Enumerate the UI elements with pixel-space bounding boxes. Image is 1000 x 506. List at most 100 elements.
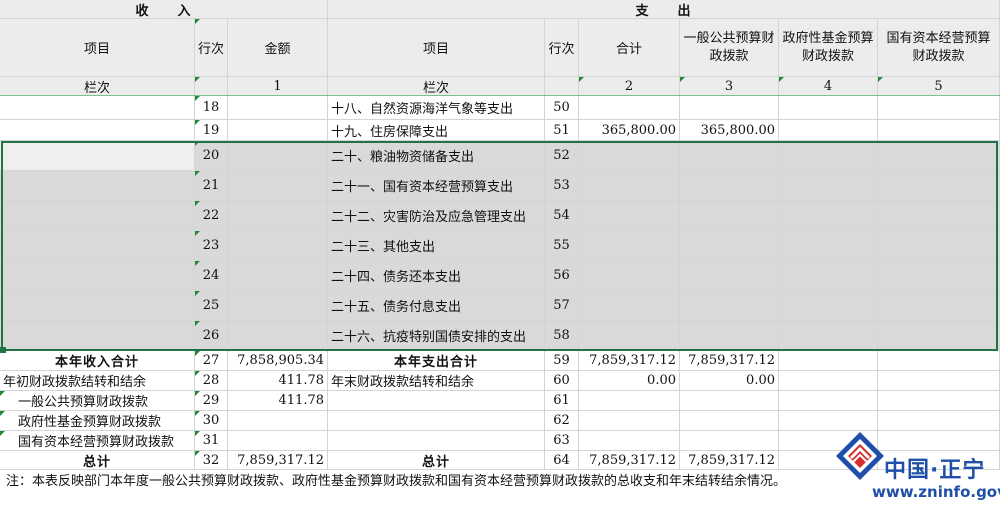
table-cell[interactable]: [878, 231, 1000, 261]
income-row-no[interactable]: 19: [195, 120, 228, 141]
table-cell[interactable]: [779, 321, 878, 351]
table-cell[interactable]: [878, 291, 1000, 321]
table-cell[interactable]: [680, 171, 779, 201]
expense-total[interactable]: [579, 391, 680, 411]
expense-item[interactable]: [328, 391, 545, 411]
table-cell[interactable]: [779, 391, 878, 411]
expense-item[interactable]: 二十五、债务付息支出: [328, 291, 545, 321]
income-row-no[interactable]: 18: [195, 96, 228, 120]
table-cell[interactable]: [228, 201, 328, 231]
expense-row-no[interactable]: 61: [545, 391, 579, 411]
income-row-no[interactable]: 32: [195, 451, 228, 470]
income-row-no[interactable]: 28: [195, 371, 228, 391]
table-cell[interactable]: [228, 321, 328, 351]
income-amount[interactable]: [228, 411, 328, 431]
table-cell[interactable]: [579, 96, 680, 120]
expense-row-no[interactable]: 52: [545, 141, 579, 171]
table-cell[interactable]: [0, 201, 195, 231]
table-cell[interactable]: [579, 261, 680, 291]
table-cell[interactable]: [579, 321, 680, 351]
table-cell[interactable]: [779, 201, 878, 231]
income-row-no[interactable]: 21: [195, 171, 228, 201]
table-cell[interactable]: [228, 171, 328, 201]
table-cell[interactable]: [228, 120, 328, 141]
expense-row-no[interactable]: 58: [545, 321, 579, 351]
income-col-1[interactable]: 1: [228, 77, 328, 96]
expense-total[interactable]: 365,800.00: [579, 120, 680, 141]
income-amount-header[interactable]: 金额: [228, 19, 328, 77]
table-cell[interactable]: [680, 231, 779, 261]
expense-general[interactable]: 0.00: [680, 371, 779, 391]
expense-total[interactable]: 7,859,317.12: [579, 351, 680, 371]
table-cell[interactable]: [878, 120, 1000, 141]
table-cell[interactable]: [0, 171, 195, 201]
expense-row-no[interactable]: 62: [545, 411, 579, 431]
table-cell[interactable]: [680, 291, 779, 321]
expense-item[interactable]: 总计: [328, 451, 545, 470]
expense-row-no[interactable]: 51: [545, 120, 579, 141]
income-amount[interactable]: 411.78: [228, 371, 328, 391]
expense-col-label[interactable]: 栏次: [328, 77, 545, 96]
table-cell[interactable]: [779, 351, 878, 371]
table-cell[interactable]: [0, 141, 195, 171]
table-cell[interactable]: [680, 321, 779, 351]
expense-general[interactable]: [680, 431, 779, 451]
table-cell[interactable]: [0, 261, 195, 291]
table-cell[interactable]: [579, 201, 680, 231]
table-cell[interactable]: [579, 141, 680, 171]
income-row-no[interactable]: 26: [195, 321, 228, 351]
table-cell[interactable]: [878, 261, 1000, 291]
income-row-no[interactable]: 20: [195, 141, 228, 171]
table-cell[interactable]: [878, 96, 1000, 120]
expense-item[interactable]: 二十六、抗疫特别国债安排的支出: [328, 321, 545, 351]
expense-header[interactable]: 支 出: [328, 0, 1000, 19]
expense-row-no[interactable]: 54: [545, 201, 579, 231]
income-row-no[interactable]: 29: [195, 391, 228, 411]
income-amount[interactable]: 7,858,905.34: [228, 351, 328, 371]
expense-row-no[interactable]: 53: [545, 171, 579, 201]
expense-fund-header[interactable]: 政府性基金预算财政拨款: [779, 19, 878, 77]
income-item-header[interactable]: 项目: [0, 19, 195, 77]
table-cell[interactable]: [579, 291, 680, 321]
expense-total[interactable]: 0.00: [579, 371, 680, 391]
expense-item[interactable]: 二十二、灾害防治及应急管理支出: [328, 201, 545, 231]
income-amount[interactable]: [228, 431, 328, 451]
table-cell[interactable]: [579, 231, 680, 261]
expense-total[interactable]: [579, 411, 680, 431]
table-cell[interactable]: [878, 171, 1000, 201]
income-row-no[interactable]: 22: [195, 201, 228, 231]
expense-item[interactable]: 年末财政拨款结转和结余: [328, 371, 545, 391]
expense-col-2[interactable]: 2: [579, 77, 680, 96]
income-item[interactable]: 一般公共预算财政拨款: [0, 391, 195, 411]
table-cell[interactable]: [0, 321, 195, 351]
table-cell[interactable]: [878, 351, 1000, 371]
table-cell[interactable]: [0, 120, 195, 141]
table-cell[interactable]: [878, 391, 1000, 411]
expense-general[interactable]: 365,800.00: [680, 120, 779, 141]
expense-item[interactable]: 十八、自然资源海洋气象等支出: [328, 96, 545, 120]
table-cell[interactable]: [0, 231, 195, 261]
expense-row-no[interactable]: 56: [545, 261, 579, 291]
table-cell[interactable]: [228, 261, 328, 291]
expense-item[interactable]: 本年支出合计: [328, 351, 545, 371]
table-cell[interactable]: [0, 96, 195, 120]
expense-col-5[interactable]: 5: [878, 77, 1000, 96]
income-item[interactable]: 总计: [0, 451, 195, 470]
income-rowno-col[interactable]: [195, 77, 228, 96]
expense-item[interactable]: 二十三、其他支出: [328, 231, 545, 261]
table-cell[interactable]: [0, 291, 195, 321]
expense-rowno-header[interactable]: 行次: [545, 19, 579, 77]
expense-general[interactable]: [680, 391, 779, 411]
income-item[interactable]: 年初财政拨款结转和结余: [0, 371, 195, 391]
expense-item[interactable]: [328, 411, 545, 431]
table-cell[interactable]: [779, 261, 878, 291]
table-cell[interactable]: [579, 171, 680, 201]
expense-general[interactable]: [680, 411, 779, 431]
expense-row-no[interactable]: 50: [545, 96, 579, 120]
expense-item[interactable]: 二十、粮油物资储备支出: [328, 141, 545, 171]
table-cell[interactable]: [228, 291, 328, 321]
income-row-no[interactable]: 25: [195, 291, 228, 321]
income-item[interactable]: 政府性基金预算财政拨款: [0, 411, 195, 431]
expense-state-header[interactable]: 国有资本经营预算财政拨款: [878, 19, 1000, 77]
table-cell[interactable]: [779, 371, 878, 391]
